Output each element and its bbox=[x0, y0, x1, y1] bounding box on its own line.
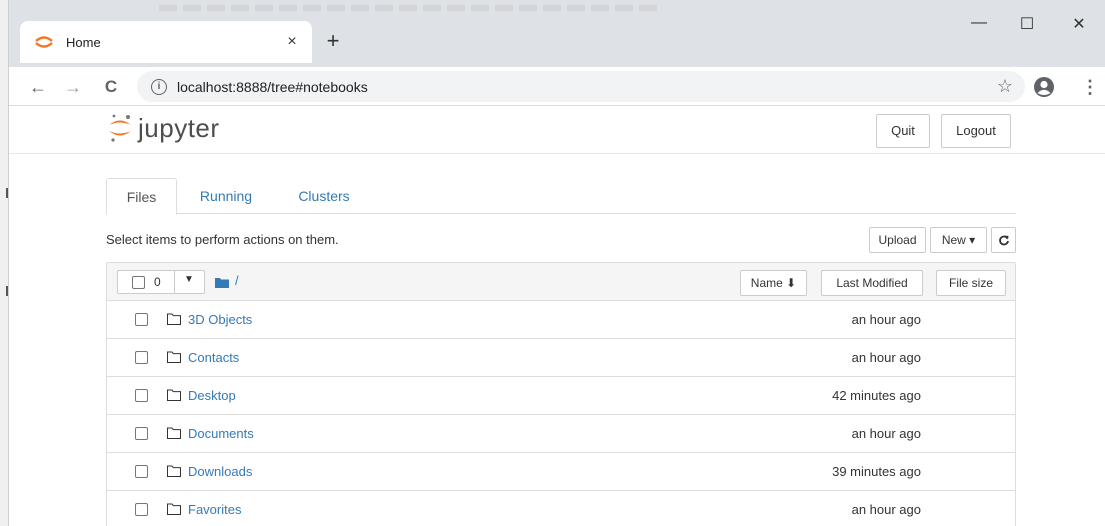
item-modified: 42 minutes ago bbox=[832, 388, 921, 403]
jupyter-header: jupyter Quit Logout bbox=[9, 106, 1105, 154]
browser-tabstrip: Home × + — ☐ ✕ bbox=[9, 0, 1105, 67]
reload-button[interactable]: C bbox=[99, 75, 123, 99]
item-modified: an hour ago bbox=[851, 312, 921, 327]
item-modified: an hour ago bbox=[851, 426, 921, 441]
folder-icon bbox=[167, 465, 181, 477]
selection-dropdown-icon[interactable]: ▼ bbox=[184, 274, 194, 285]
logout-button[interactable]: Logout bbox=[941, 114, 1011, 148]
back-button[interactable]: ← bbox=[26, 75, 50, 99]
refresh-button[interactable] bbox=[991, 227, 1016, 253]
item-name-link[interactable]: Favorites bbox=[188, 502, 241, 517]
tab-running[interactable]: Running bbox=[186, 178, 266, 214]
breadcrumb-root[interactable]: / bbox=[235, 273, 239, 288]
list-item[interactable]: Documents an hour ago bbox=[107, 415, 1015, 453]
list-header: 0 ▼ / Name ⬇ Last Modified File size bbox=[107, 263, 1015, 301]
item-checkbox[interactable] bbox=[135, 389, 148, 402]
jupyter-logo-text: jupyter bbox=[138, 112, 220, 143]
minimize-button[interactable]: — bbox=[964, 14, 994, 32]
select-message: Select items to perform actions on them. bbox=[106, 232, 339, 247]
browser-toolbar: ← → C i localhost:8888/tree#notebooks ☆ … bbox=[9, 67, 1105, 106]
item-name-link[interactable]: Documents bbox=[188, 426, 254, 441]
close-window-button[interactable]: ✕ bbox=[1064, 14, 1094, 34]
refresh-icon bbox=[998, 235, 1009, 246]
profile-icon[interactable] bbox=[1033, 76, 1055, 98]
list-item[interactable]: Desktop 42 minutes ago bbox=[107, 377, 1015, 415]
sort-name-button[interactable]: Name ⬇ bbox=[740, 270, 807, 296]
new-tab-button[interactable]: + bbox=[321, 30, 345, 54]
upload-button[interactable]: Upload bbox=[869, 227, 926, 253]
bookmark-star-icon[interactable]: ☆ bbox=[997, 76, 1013, 97]
edge-mark bbox=[6, 188, 8, 198]
item-checkbox[interactable] bbox=[135, 313, 148, 326]
browser-menu-icon[interactable]: ⋮ bbox=[1081, 76, 1099, 98]
maximize-button[interactable]: ☐ bbox=[1012, 14, 1042, 34]
divider bbox=[174, 271, 175, 293]
site-info-icon[interactable]: i bbox=[151, 78, 167, 95]
jupyter-logo[interactable]: jupyter bbox=[108, 112, 220, 144]
item-modified: an hour ago bbox=[851, 502, 921, 517]
jupyter-logo-icon bbox=[109, 114, 131, 142]
address-bar[interactable]: i localhost:8888/tree#notebooks ☆ bbox=[137, 71, 1025, 102]
item-modified: 39 minutes ago bbox=[832, 464, 921, 479]
folder-icon bbox=[167, 313, 181, 325]
quit-button[interactable]: Quit bbox=[876, 114, 930, 148]
sort-file-size-button[interactable]: File size bbox=[936, 270, 1006, 296]
url-text[interactable]: localhost:8888/tree#notebooks bbox=[177, 79, 368, 95]
folder-icon bbox=[167, 503, 181, 515]
list-item[interactable]: Downloads 39 minutes ago bbox=[107, 453, 1015, 491]
list-item[interactable]: 3D Objects an hour ago bbox=[107, 301, 1015, 339]
browser-tab-home[interactable]: Home × bbox=[20, 21, 312, 63]
item-modified: an hour ago bbox=[851, 350, 921, 365]
sort-last-modified-button[interactable]: Last Modified bbox=[821, 270, 923, 296]
tab-close-icon[interactable]: × bbox=[282, 32, 302, 52]
list-item[interactable]: Favorites an hour ago bbox=[107, 491, 1015, 526]
file-list: 0 ▼ / Name ⬇ Last Modified File size 3D … bbox=[106, 262, 1016, 526]
item-name-link[interactable]: Contacts bbox=[188, 350, 239, 365]
select-all-group: 0 ▼ bbox=[117, 270, 205, 294]
folder-open-icon[interactable] bbox=[215, 276, 229, 288]
background-window-ghost bbox=[159, 5, 659, 11]
item-checkbox[interactable] bbox=[135, 503, 148, 516]
item-checkbox[interactable] bbox=[135, 465, 148, 478]
item-name-link[interactable]: 3D Objects bbox=[188, 312, 252, 327]
folder-icon bbox=[167, 389, 181, 401]
item-name-link[interactable]: Downloads bbox=[188, 464, 252, 479]
edge-mark bbox=[6, 286, 8, 296]
list-item[interactable]: Contacts an hour ago bbox=[107, 339, 1015, 377]
folder-icon bbox=[167, 427, 181, 439]
forward-button[interactable]: → bbox=[61, 75, 85, 99]
item-checkbox[interactable] bbox=[135, 427, 148, 440]
tab-title: Home bbox=[66, 34, 101, 50]
folder-icon bbox=[167, 351, 181, 363]
new-dropdown-button[interactable]: New ▾ bbox=[930, 227, 987, 253]
item-checkbox[interactable] bbox=[135, 351, 148, 364]
tab-clusters[interactable]: Clusters bbox=[281, 178, 367, 214]
item-name-link[interactable]: Desktop bbox=[188, 388, 236, 403]
main-tabs: Files Running Clusters bbox=[106, 178, 1016, 215]
select-all-checkbox[interactable] bbox=[132, 276, 145, 289]
selected-count: 0 bbox=[154, 275, 161, 289]
window-edge bbox=[0, 0, 9, 526]
tab-files[interactable]: Files bbox=[106, 178, 177, 215]
jupyter-favicon-icon bbox=[34, 35, 54, 49]
